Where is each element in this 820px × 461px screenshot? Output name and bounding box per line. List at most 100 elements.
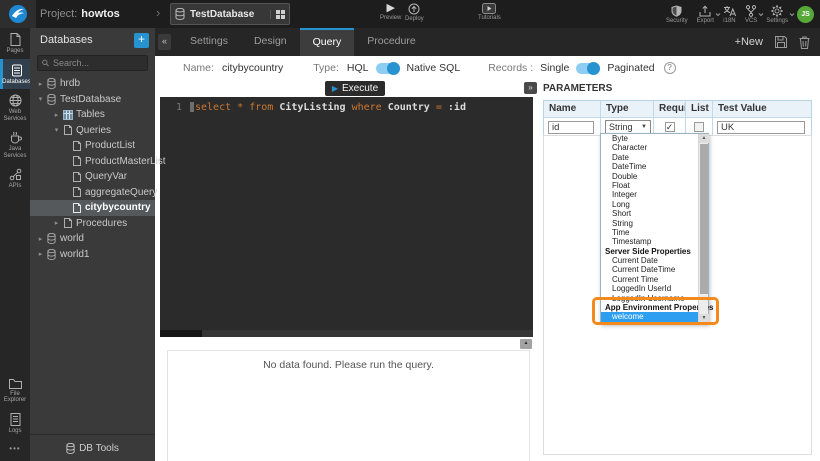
search-input[interactable] (53, 58, 143, 68)
sidebar-item-web-services[interactable]: Web Services (0, 89, 30, 126)
tree-node-procedures[interactable]: ▸ Procedures (30, 216, 155, 232)
db-grid-view-icon[interactable] (270, 10, 285, 19)
security-button[interactable]: Security (666, 5, 688, 24)
deploy-button[interactable]: Deploy (405, 3, 424, 22)
tree-node-productlist[interactable]: ProductList (30, 138, 155, 154)
settings-gear-icon (771, 5, 783, 17)
type-option[interactable]: Character (601, 143, 698, 152)
tabbar-actions: +New (735, 36, 820, 49)
expander-collapsed-icon[interactable]: ▸ (36, 80, 45, 88)
tree-node-world1[interactable]: ▸ world1 (30, 247, 155, 263)
expander-expanded-icon[interactable]: ▾ (52, 126, 61, 134)
expander-expanded-icon[interactable]: ▾ (36, 95, 45, 103)
add-database-button[interactable]: + (134, 33, 149, 48)
tab-settings[interactable]: Settings (177, 28, 241, 56)
tree-node-hrdb[interactable]: ▸ hrdb (30, 76, 155, 92)
vcs-button[interactable]: VCS (745, 5, 757, 24)
list-checkbox[interactable] (694, 122, 704, 132)
dropdown-scrollbar[interactable]: ▲ ▼ (698, 134, 708, 323)
database-search-box (37, 55, 148, 71)
i18n-button[interactable]: i18N (723, 5, 736, 24)
sidebar-item-file-explorer[interactable]: File Explorer (0, 373, 30, 408)
tree-node-aggregatequery[interactable]: aggregateQuery (30, 185, 155, 201)
dropdown-scroll-thumb[interactable] (700, 144, 708, 294)
type-option-native-sql[interactable]: Native SQL (407, 62, 461, 74)
type-option[interactable]: Double (601, 172, 698, 181)
tree-node-citybycountry[interactable]: citybycountry (30, 200, 155, 216)
tree-node-queryvar[interactable]: QueryVar (30, 169, 155, 185)
delete-button[interactable] (799, 36, 810, 49)
tab-query[interactable]: Query (300, 28, 355, 56)
sidebar-item-databases[interactable]: Databases (0, 59, 30, 90)
param-name-input[interactable] (548, 121, 594, 134)
type-option-hql[interactable]: HQL (347, 62, 369, 74)
type-option[interactable]: Date (601, 153, 698, 162)
file-icon (73, 141, 81, 151)
expander-collapsed-icon[interactable]: ▸ (36, 235, 45, 243)
breadcrumb-chevron-icon: › (156, 5, 160, 20)
selected-database-name: TestDatabase (190, 9, 270, 20)
help-icon[interactable]: ? (664, 62, 676, 74)
type-option-selected[interactable]: welcome (601, 312, 698, 321)
scroll-up-icon[interactable]: ▲ (699, 134, 709, 143)
sql-editor[interactable]: 1 select * from CityListing where Countr… (160, 97, 533, 330)
type-option[interactable]: LoggedIn UserId (601, 284, 698, 293)
editor-horizontal-scrollbar[interactable] (160, 330, 533, 337)
tutorials-button[interactable]: Tutorials (478, 3, 501, 21)
save-button[interactable] (775, 36, 787, 48)
records-option-paginated[interactable]: Paginated (607, 62, 654, 74)
param-test-value-input[interactable] (717, 121, 805, 134)
tab-procedure[interactable]: Procedure (354, 28, 428, 56)
tree-node-productmasterlist[interactable]: ProductMasterList (30, 154, 155, 170)
sidebar-item-apis[interactable]: APIs (0, 163, 30, 194)
tree-node-tables[interactable]: ▸ Tables (30, 107, 155, 123)
type-option[interactable]: Current Time (601, 275, 698, 284)
sidebar-item-logs[interactable]: Logs (0, 408, 30, 439)
type-option[interactable]: Time (601, 228, 698, 237)
type-option[interactable]: String (601, 219, 698, 228)
type-option[interactable]: Timestamp (601, 237, 698, 246)
execute-button[interactable]: ▶ Execute (325, 81, 385, 96)
required-checkbox[interactable]: ✓ (665, 122, 675, 132)
select-caret-icon: ▼ (641, 124, 647, 130)
more-options-button[interactable]: ••• (0, 438, 30, 461)
records-toggle[interactable] (576, 63, 600, 74)
databases-icon (11, 64, 23, 77)
new-query-button[interactable]: +New (735, 36, 763, 48)
type-option[interactable]: Float (601, 181, 698, 190)
type-option[interactable]: Short (601, 209, 698, 218)
type-option-group: Server Side Properties (601, 247, 698, 256)
records-option-single[interactable]: Single (540, 62, 569, 74)
type-option[interactable]: Long (601, 200, 698, 209)
export-button[interactable]: Export (697, 5, 714, 24)
db-tools-button[interactable]: DB Tools (30, 434, 155, 461)
sidebar-item-pages[interactable]: Pages (0, 28, 30, 59)
type-option[interactable]: Byte (601, 134, 698, 143)
tree-node-testdatabase[interactable]: ▾ TestDatabase (30, 92, 155, 108)
wavemaker-studio-window: Project: howtos › TestDatabase ▶ Preview… (0, 0, 820, 461)
type-option[interactable]: LoggedIn Username (601, 294, 698, 303)
type-option[interactable]: Current DateTime (601, 265, 698, 274)
sidebar-item-java-services[interactable]: Java Services (0, 126, 30, 163)
tab-design[interactable]: Design (241, 28, 300, 56)
param-type-select[interactable]: String ▼ (605, 120, 651, 134)
database-selector[interactable]: TestDatabase (170, 3, 290, 25)
type-toggle[interactable] (376, 63, 400, 74)
type-option[interactable]: Integer (601, 190, 698, 199)
collapse-results-button[interactable]: ▲ (520, 339, 532, 349)
scroll-down-icon[interactable]: ▼ (699, 314, 709, 323)
user-avatar[interactable]: JS (797, 6, 814, 23)
sql-code: select * from CityListing where Country … (190, 102, 466, 113)
preview-button[interactable]: ▶ Preview (380, 3, 401, 21)
expander-collapsed-icon[interactable]: ▸ (36, 250, 45, 258)
expand-parameters-button[interactable]: » (524, 82, 537, 94)
collapse-panel-button[interactable]: « (158, 34, 171, 50)
expander-collapsed-icon[interactable]: ▸ (52, 111, 61, 119)
type-option[interactable]: DateTime (601, 162, 698, 171)
tree-node-queries[interactable]: ▾ Queries (30, 123, 155, 139)
type-option[interactable]: Current Date (601, 256, 698, 265)
settings-button[interactable]: Settings (766, 5, 788, 24)
expander-collapsed-icon[interactable]: ▸ (52, 219, 61, 227)
scrollbar-thumb[interactable] (160, 330, 202, 337)
tree-node-world[interactable]: ▸ world (30, 231, 155, 247)
